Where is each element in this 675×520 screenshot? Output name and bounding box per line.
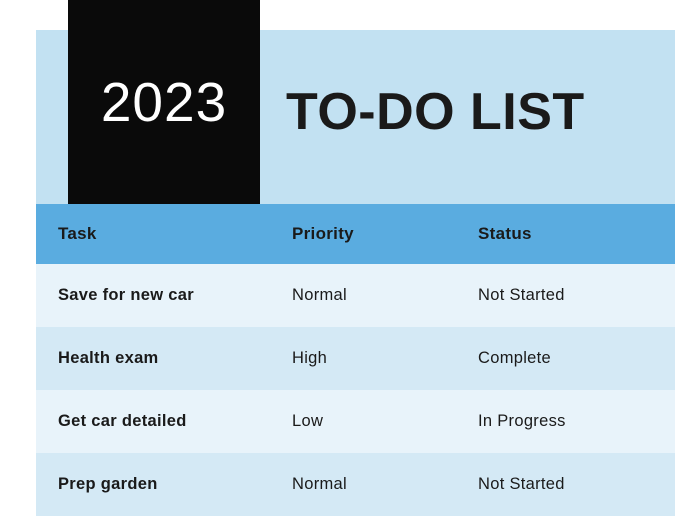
- cell-priority: High: [270, 349, 456, 368]
- table-header-row: Task Priority Status: [36, 204, 675, 264]
- cell-priority: Normal: [270, 475, 456, 494]
- page-title: TO-DO LIST: [286, 82, 585, 142]
- year-block: 2023: [68, 0, 260, 204]
- table-row: Get car detailed Low In Progress: [36, 390, 675, 453]
- cell-task: Health exam: [36, 349, 270, 368]
- year-text: 2023: [101, 70, 227, 134]
- cell-priority: Low: [270, 412, 456, 431]
- col-header-status: Status: [456, 224, 675, 244]
- cell-task: Prep garden: [36, 475, 270, 494]
- col-header-task: Task: [36, 224, 270, 244]
- cell-priority: Normal: [270, 286, 456, 305]
- cell-task: Get car detailed: [36, 412, 270, 431]
- table-row: Health exam High Complete: [36, 327, 675, 390]
- cell-status: Not Started: [456, 475, 675, 494]
- table-row: Save for new car Normal Not Started: [36, 264, 675, 327]
- col-header-priority: Priority: [270, 224, 456, 244]
- todo-table: Task Priority Status Save for new car No…: [36, 204, 675, 520]
- table-row: Prep garden Normal Not Started: [36, 453, 675, 516]
- cell-task: Save for new car: [36, 286, 270, 305]
- cell-status: Complete: [456, 349, 675, 368]
- cell-status: In Progress: [456, 412, 675, 431]
- cell-status: Not Started: [456, 286, 675, 305]
- todo-document: 2023 TO-DO LIST Task Priority Status Sav…: [0, 0, 675, 520]
